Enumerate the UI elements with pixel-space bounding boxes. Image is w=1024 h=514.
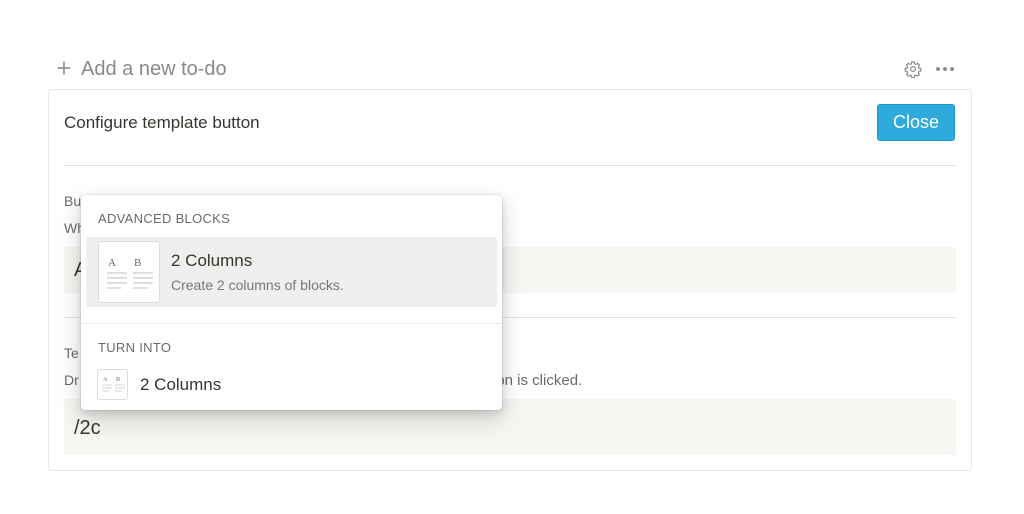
gear-icon[interactable]	[902, 58, 924, 80]
two-columns-icon: A B	[98, 241, 160, 303]
menu-item-2-columns[interactable]: A B 2 Columns Create 2 columns of blocks…	[86, 237, 497, 307]
menu-item-title: 2 Columns	[171, 251, 253, 270]
turn-into-title: 2 Columns	[140, 375, 222, 394]
block-toolbar	[902, 58, 956, 80]
divider	[64, 165, 956, 166]
thumb-letter-a: A	[103, 377, 108, 383]
turn-into-2-columns[interactable]: A B 2 Columns	[86, 366, 497, 404]
add-todo-label: Add a new to-do	[81, 57, 227, 80]
panel-title: Configure template button	[64, 113, 260, 132]
thumb-letter-b: B	[134, 257, 141, 269]
close-button[interactable]: Close	[877, 104, 955, 141]
plus-icon: +	[56, 52, 72, 83]
slash-command-menu: ADVANCED BLOCKS A B 2 Columns Create 2 c…	[81, 195, 502, 410]
add-todo-button[interactable]: + Add a new to-do	[55, 52, 227, 83]
section-title-turn-into: TURN INTO	[98, 340, 172, 355]
thumb-letter-a: A	[108, 257, 116, 269]
thumb-letter-b: B	[116, 377, 120, 383]
template-help-tail: tton is clicked.	[488, 372, 583, 389]
template-help: Dr	[64, 372, 79, 388]
menu-divider	[81, 323, 502, 324]
more-dots-icon[interactable]	[934, 58, 956, 80]
menu-item-description: Create 2 columns of blocks.	[171, 277, 344, 293]
section-title-advanced-blocks: ADVANCED BLOCKS	[98, 211, 231, 226]
template-label: Te	[64, 345, 79, 361]
template-input-value: /2c	[74, 417, 101, 439]
two-columns-icon: A B	[97, 369, 128, 400]
button-name-label: Bu	[64, 193, 82, 209]
